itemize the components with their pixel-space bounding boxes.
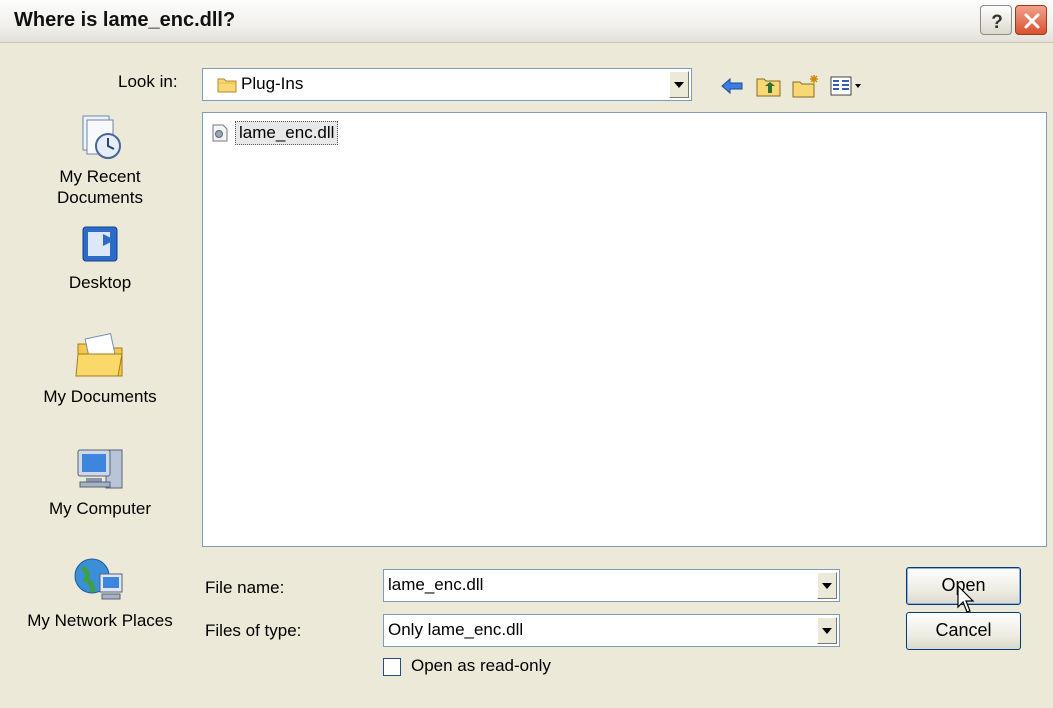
chevron-down-icon bbox=[674, 81, 684, 88]
place-desktop[interactable]: Desktop bbox=[20, 224, 180, 293]
svg-text:?: ? bbox=[991, 12, 1003, 33]
file-name-dropdown-arrow[interactable] bbox=[817, 572, 837, 599]
close-button[interactable] bbox=[1015, 5, 1047, 35]
file-name-label: File name: bbox=[205, 578, 285, 597]
mouse-cursor-icon bbox=[957, 585, 975, 613]
file-list[interactable]: lame_enc.dll bbox=[202, 112, 1047, 547]
look-in-dropdown[interactable]: Plug-Ins bbox=[202, 68, 692, 101]
chevron-down-icon bbox=[822, 582, 832, 589]
place-label: Desktop bbox=[68, 273, 132, 292]
open-file-dialog: Where is lame_enc.dll? ? Look in: Plug-I… bbox=[0, 0, 1053, 708]
read-only-checkbox[interactable] bbox=[383, 658, 401, 676]
read-only-label: Open as read-only bbox=[411, 656, 551, 675]
look-in-value: Plug-Ins bbox=[241, 74, 304, 93]
dialog-title: Where is lame_enc.dll? bbox=[14, 9, 236, 31]
place-label: My Computer bbox=[48, 499, 152, 518]
up-one-level-button[interactable] bbox=[756, 74, 782, 98]
help-icon: ? bbox=[991, 12, 1003, 33]
desktop-icon bbox=[82, 226, 118, 262]
look-in-label: Look in: bbox=[118, 72, 178, 91]
help-button[interactable]: ? bbox=[980, 5, 1012, 35]
chevron-down-icon bbox=[822, 627, 832, 634]
file-type-value: Only lame_enc.dll bbox=[388, 620, 524, 639]
place-my-computer[interactable]: My Computer bbox=[20, 442, 180, 519]
folder-icon bbox=[217, 78, 237, 93]
place-my-documents[interactable]: My Documents bbox=[20, 330, 180, 407]
view-menu-button[interactable] bbox=[830, 74, 866, 98]
network-places-icon bbox=[74, 558, 123, 600]
look-in-dropdown-arrow[interactable] bbox=[669, 71, 689, 98]
file-name-value: lame_enc.dll bbox=[388, 575, 484, 594]
create-new-folder-icon bbox=[792, 75, 818, 98]
up-one-level-icon bbox=[756, 78, 781, 97]
my-computer-icon bbox=[77, 449, 123, 489]
create-new-folder-button[interactable] bbox=[792, 74, 820, 98]
my-documents-icon bbox=[75, 333, 123, 377]
place-label: My Documents bbox=[43, 387, 157, 406]
cancel-button[interactable]: Cancel bbox=[906, 612, 1021, 650]
place-my-network-places[interactable]: My Network Places bbox=[20, 554, 180, 631]
file-type-dropdown[interactable]: Only lame_enc.dll bbox=[383, 614, 840, 647]
recent-documents-icon bbox=[82, 115, 121, 159]
place-label: My Recent Documents bbox=[57, 167, 143, 207]
file-item-name: lame_enc.dll bbox=[235, 121, 339, 145]
file-type-dropdown-arrow[interactable] bbox=[817, 617, 837, 644]
close-icon bbox=[1024, 13, 1040, 29]
place-label: My Network Places bbox=[27, 611, 173, 630]
back-arrow-icon bbox=[721, 77, 743, 95]
file-type-label: Files of type: bbox=[205, 621, 302, 640]
back-button[interactable] bbox=[720, 74, 744, 98]
title-bar: Where is lame_enc.dll? ? bbox=[0, 0, 1053, 43]
view-menu-icon bbox=[830, 76, 861, 96]
file-name-input[interactable]: lame_enc.dll bbox=[383, 569, 840, 602]
dll-file-icon bbox=[212, 124, 228, 142]
place-my-recent-documents[interactable]: My Recent Documents bbox=[20, 112, 180, 208]
